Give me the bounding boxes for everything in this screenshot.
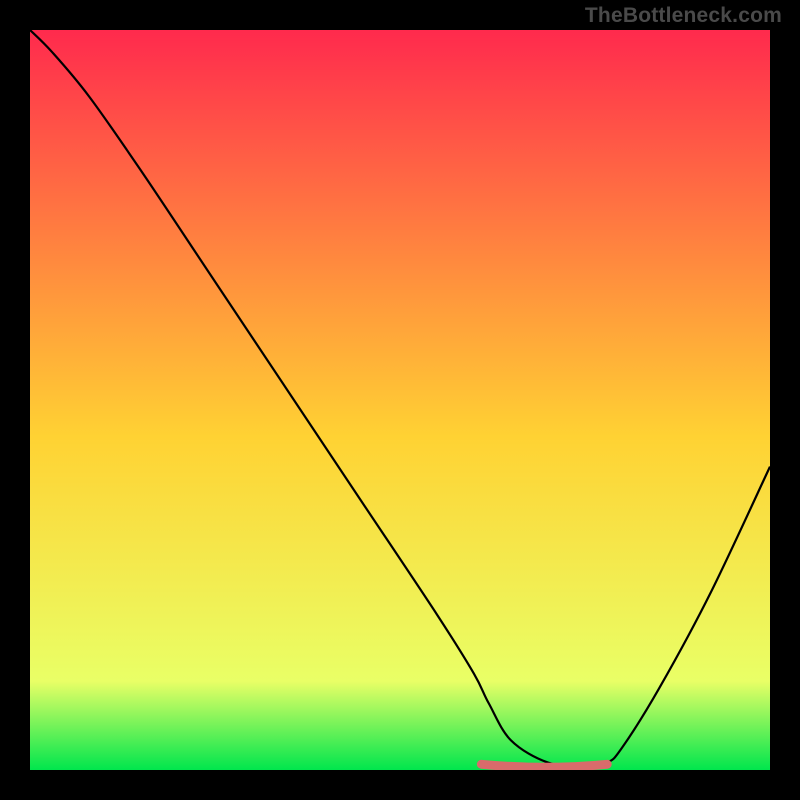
watermark-text: TheBottleneck.com	[585, 4, 782, 28]
chart-container: TheBottleneck.com	[0, 0, 800, 800]
optimal-region-highlight	[481, 764, 607, 767]
bottleneck-plot	[30, 30, 770, 770]
chart-svg	[30, 30, 770, 770]
gradient-backdrop	[30, 30, 770, 770]
